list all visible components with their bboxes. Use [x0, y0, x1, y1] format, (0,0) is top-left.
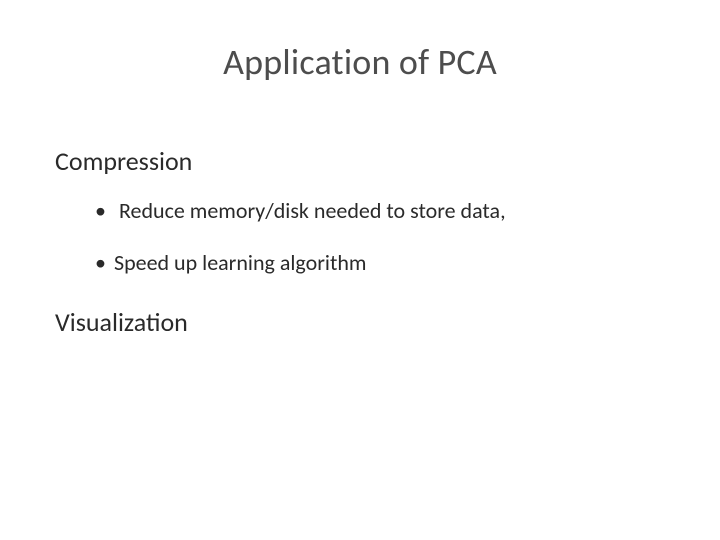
bullet-icon: • — [95, 249, 106, 277]
bullet-item: • Reduce memory/disk needed to store dat… — [95, 197, 665, 225]
section-heading-compression: Compression — [55, 145, 665, 177]
slide-body: Compression • Reduce memory/disk needed … — [55, 145, 665, 358]
slide-title: Application of PCA — [0, 40, 720, 84]
section-heading-visualization: Visualization — [55, 306, 665, 338]
bullet-text: Speed up learning algorithm — [114, 249, 367, 276]
bullet-icon: • — [95, 197, 106, 225]
bullet-item: • Speed up learning algorithm — [95, 249, 665, 277]
bullet-text: Reduce memory/disk needed to store data, — [114, 197, 506, 224]
slide: Application of PCA Compression • Reduce … — [0, 0, 720, 540]
